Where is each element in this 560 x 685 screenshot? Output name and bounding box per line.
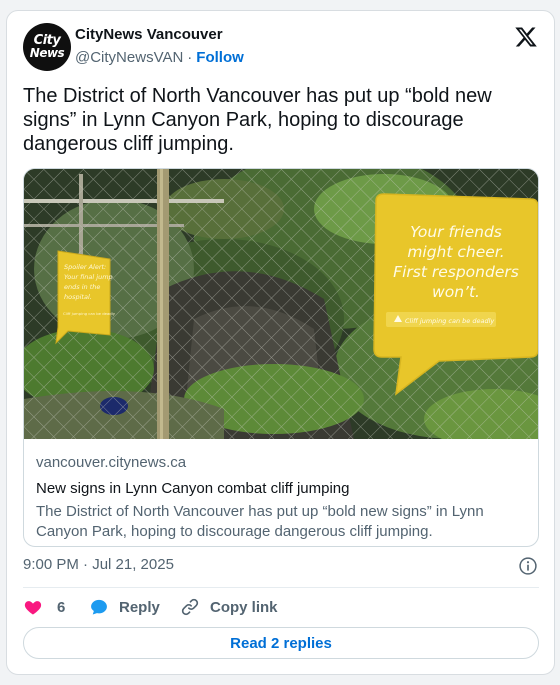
follow-button[interactable]: Follow [196, 49, 244, 66]
heart-icon [24, 601, 42, 615]
link-preview-image: Spoiler Alert: Your final jump ends in t… [24, 169, 538, 439]
copy-link-label: Copy link [210, 598, 278, 616]
large-sign-line3: First responders [393, 263, 519, 281]
large-sign-line2: might cheer. [407, 243, 504, 261]
small-sign-line1: Spoiler Alert: [64, 263, 106, 271]
large-sign-line1: Your friends [410, 223, 502, 241]
tweet-timestamp[interactable]: 9:00 PM · Jul 21, 2025 [23, 556, 174, 573]
x-logo-icon[interactable] [514, 25, 538, 49]
reply-button[interactable]: Reply [89, 596, 160, 618]
link-description: The District of North Vancouver has put … [36, 503, 484, 540]
like-button[interactable]: 6 [23, 596, 65, 618]
link-preview-card[interactable]: Spoiler Alert: Your final jump ends in t… [23, 168, 539, 547]
author-handle[interactable]: @CityNewsVAN [75, 49, 183, 66]
reply-label: Reply [119, 598, 160, 616]
author-display-name[interactable]: CityNews Vancouver [75, 26, 223, 43]
large-sign-footer: Cliff jumping can be deadly [405, 317, 494, 325]
small-sign-line3: ends in the [64, 283, 100, 291]
avatar-logo-line2: News [29, 46, 65, 60]
read-replies-button[interactable]: Read 2 replies [23, 627, 539, 659]
tweet-card: City News CityNews Vancouver @CityNewsVA… [6, 10, 555, 675]
avatar[interactable]: City News [23, 23, 71, 71]
link-icon [181, 598, 199, 616]
info-icon[interactable] [518, 556, 538, 576]
link-title: New signs in Lynn Canyon combat cliff ju… [36, 480, 350, 497]
large-sign-line4: won’t. [432, 283, 480, 301]
tweet-text: The District of North Vancouver has put … [23, 85, 492, 155]
small-sign-line4: hospital. [64, 293, 92, 301]
author-handle-line: @CityNewsVAN · Follow [75, 49, 244, 66]
like-count: 6 [57, 598, 66, 616]
link-domain: vancouver.citynews.ca [36, 454, 187, 471]
link-preview-meta: vancouver.citynews.ca New signs in Lynn … [36, 453, 531, 542]
separator-dot: · [187, 49, 193, 66]
small-sign: Spoiler Alert: Your final jump ends in t… [55, 250, 116, 345]
reply-bubble-icon [91, 599, 107, 615]
divider [23, 587, 539, 588]
small-sign-footer: Cliff jumping can be deadly [63, 311, 116, 316]
copy-link-button[interactable]: Copy link [180, 596, 278, 618]
small-sign-line2: Your final jump [64, 273, 113, 281]
